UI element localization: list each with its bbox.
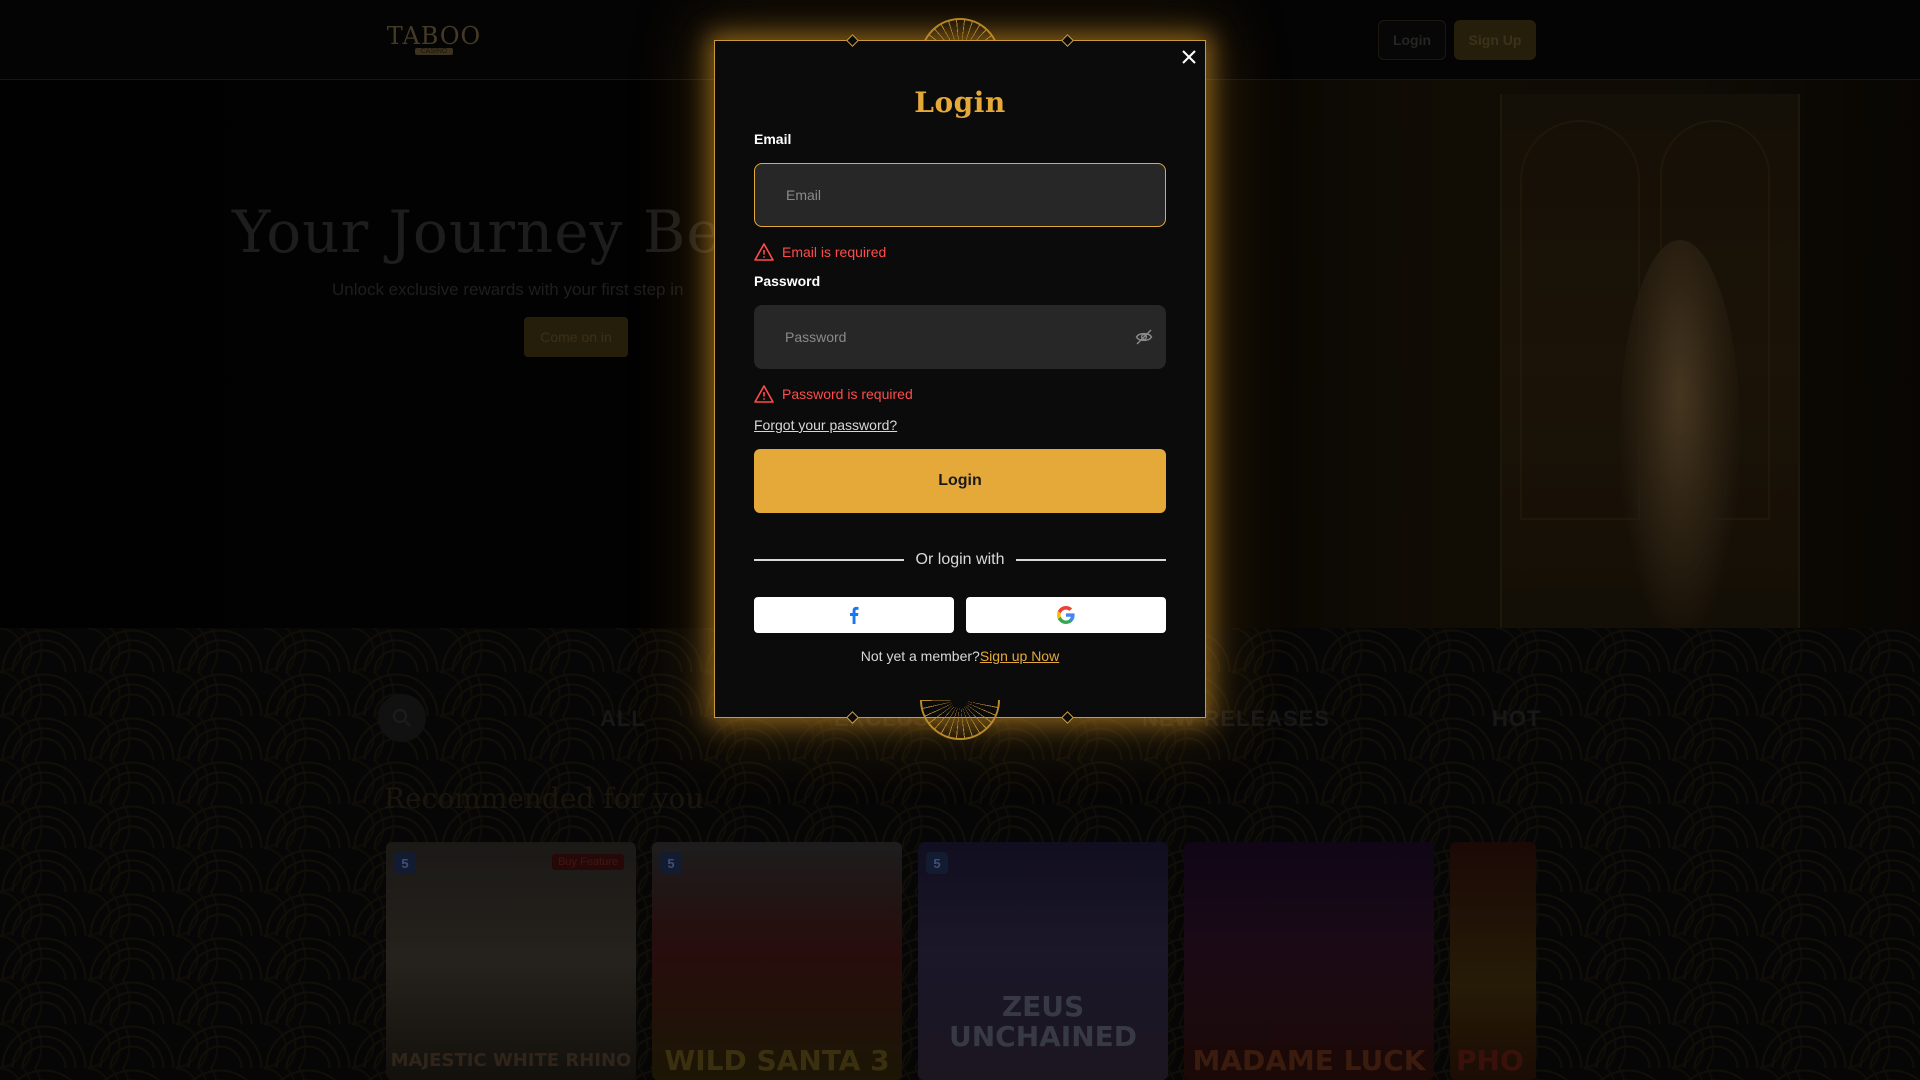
warning-icon	[754, 243, 774, 261]
modal-close-button[interactable]	[1178, 46, 1200, 68]
password-error: Password is required	[754, 385, 913, 403]
email-field-container	[754, 163, 1166, 227]
email-label: Email	[754, 131, 792, 147]
signup-link[interactable]: Sign up Now	[980, 648, 1059, 664]
signup-prompt: Not yet a member?Sign up Now	[714, 648, 1206, 664]
modal-title: Login	[914, 86, 1006, 119]
art-deco-fan-ornament	[920, 700, 1000, 740]
password-label: Password	[754, 273, 821, 289]
login-button[interactable]: Login	[754, 449, 1166, 513]
email-error: Email is required	[754, 243, 886, 261]
close-icon	[1182, 50, 1196, 64]
or-login-with-divider: Or login with	[754, 548, 1167, 572]
eye-off-icon	[1135, 329, 1153, 345]
email-error-text: Email is required	[782, 244, 887, 260]
email-field[interactable]	[755, 164, 1165, 226]
forgot-password-link[interactable]: Forgot your password?	[754, 417, 897, 433]
warning-icon	[754, 385, 774, 403]
divider-text: Or login with	[915, 551, 1005, 568]
password-field-container	[754, 305, 1166, 369]
password-error-text: Password is required	[782, 386, 913, 402]
signup-prompt-text: Not yet a member?	[860, 648, 980, 664]
google-icon	[1057, 606, 1075, 624]
toggle-password-visibility-button[interactable]	[1132, 325, 1156, 349]
divider-line	[1016, 559, 1167, 561]
password-field[interactable]	[754, 305, 1166, 369]
google-login-button[interactable]	[966, 597, 1166, 633]
facebook-icon	[850, 606, 859, 624]
divider-line	[754, 559, 904, 561]
facebook-login-button[interactable]	[754, 597, 954, 633]
